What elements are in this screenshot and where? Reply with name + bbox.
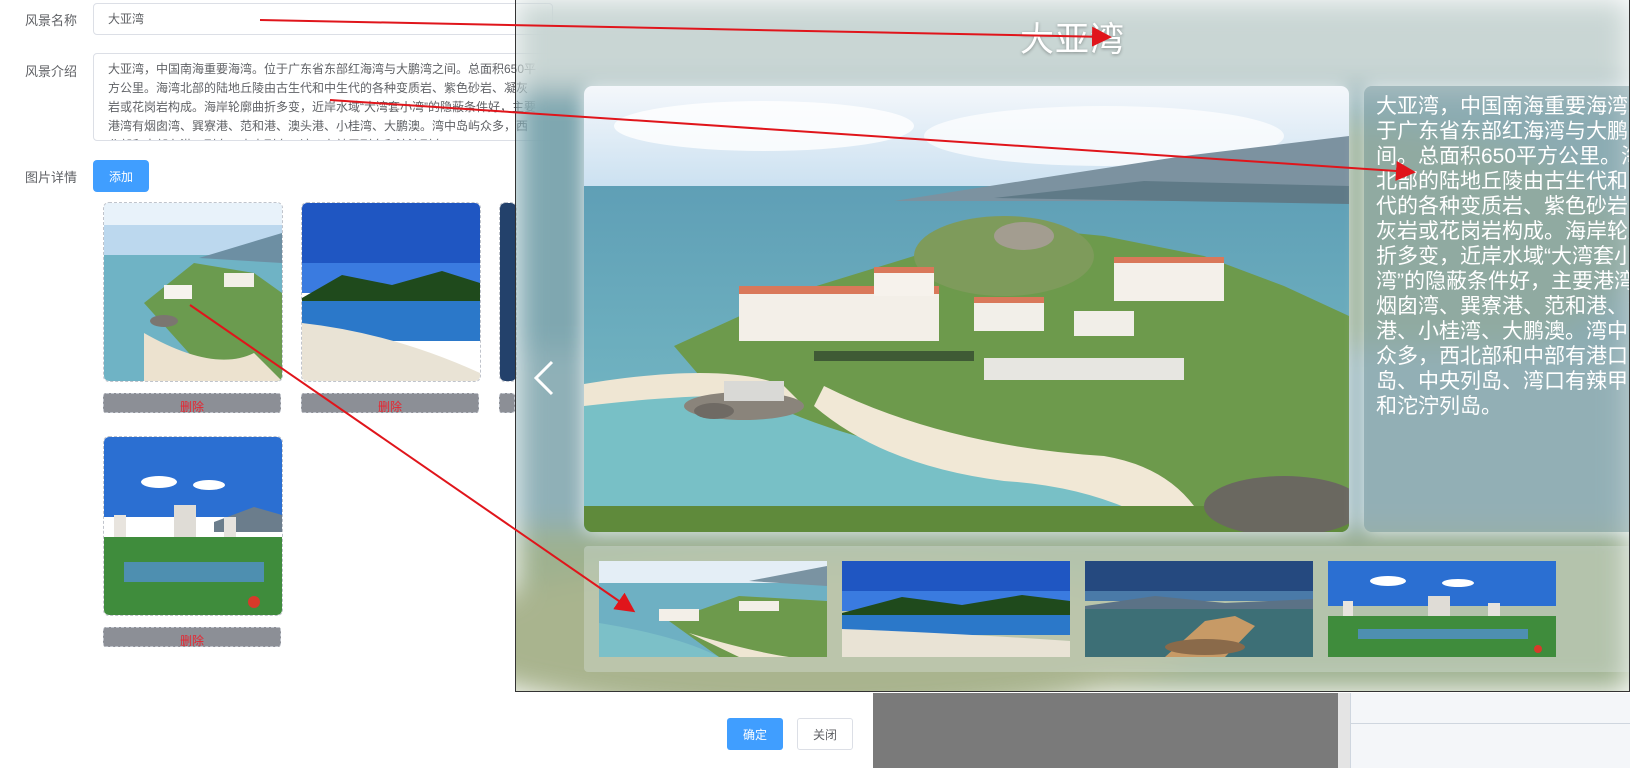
picture-thumb — [103, 202, 283, 382]
description-text: 大亚湾，中国南海重要海湾。位于广东省东部红海湾与大鹏湾之间。总面积650平方公里… — [1376, 95, 1630, 418]
delete-button[interactable]: 删除 — [301, 393, 479, 413]
background-divider — [1338, 693, 1350, 768]
strip-thumb[interactable] — [599, 561, 827, 657]
name-input[interactable]: 大亚湾 — [93, 3, 553, 35]
strip-thumb[interactable] — [1328, 561, 1556, 657]
viewer-title: 大亚湾 — [1020, 21, 1125, 59]
delete-button[interactable]: 删除 — [103, 393, 281, 413]
description-panel: 大亚湾，中国南海重要海湾。位于广东省东部红海湾与大鹏湾之间。总面积650平方公里… — [1364, 86, 1630, 532]
strip-thumb[interactable] — [1085, 561, 1313, 657]
pictures-label: 图片详情 — [25, 170, 78, 185]
thumbnail-strip — [584, 546, 1629, 672]
picture-thumb — [301, 202, 481, 382]
intro-label: 风景介绍 — [25, 64, 78, 79]
chevron-left-icon[interactable] — [530, 358, 560, 398]
intro-textarea[interactable]: 大亚湾，中国南海重要海湾。位于广东省东部红海湾与大鹏湾之间。总面积650平方公里… — [93, 53, 553, 141]
image-viewer: 大亚湾 大亚湾，中国南海重要海湾 于广东省东部红海湾与大鹏 间。总面积650平方… — [515, 0, 1630, 692]
delete-button[interactable] — [499, 393, 515, 413]
background-panel — [1350, 693, 1630, 768]
main-photo — [584, 86, 1349, 532]
delete-button[interactable]: 删除 — [103, 627, 281, 647]
close-button[interactable]: 关闭 — [797, 718, 853, 750]
picture-thumb — [103, 436, 283, 616]
add-picture-button[interactable]: 添加 — [93, 160, 149, 192]
name-label: 风景名称 — [25, 13, 78, 28]
strip-thumb[interactable] — [842, 561, 1070, 657]
confirm-button[interactable]: 确定 — [727, 718, 783, 750]
background-overlay — [873, 693, 1338, 768]
